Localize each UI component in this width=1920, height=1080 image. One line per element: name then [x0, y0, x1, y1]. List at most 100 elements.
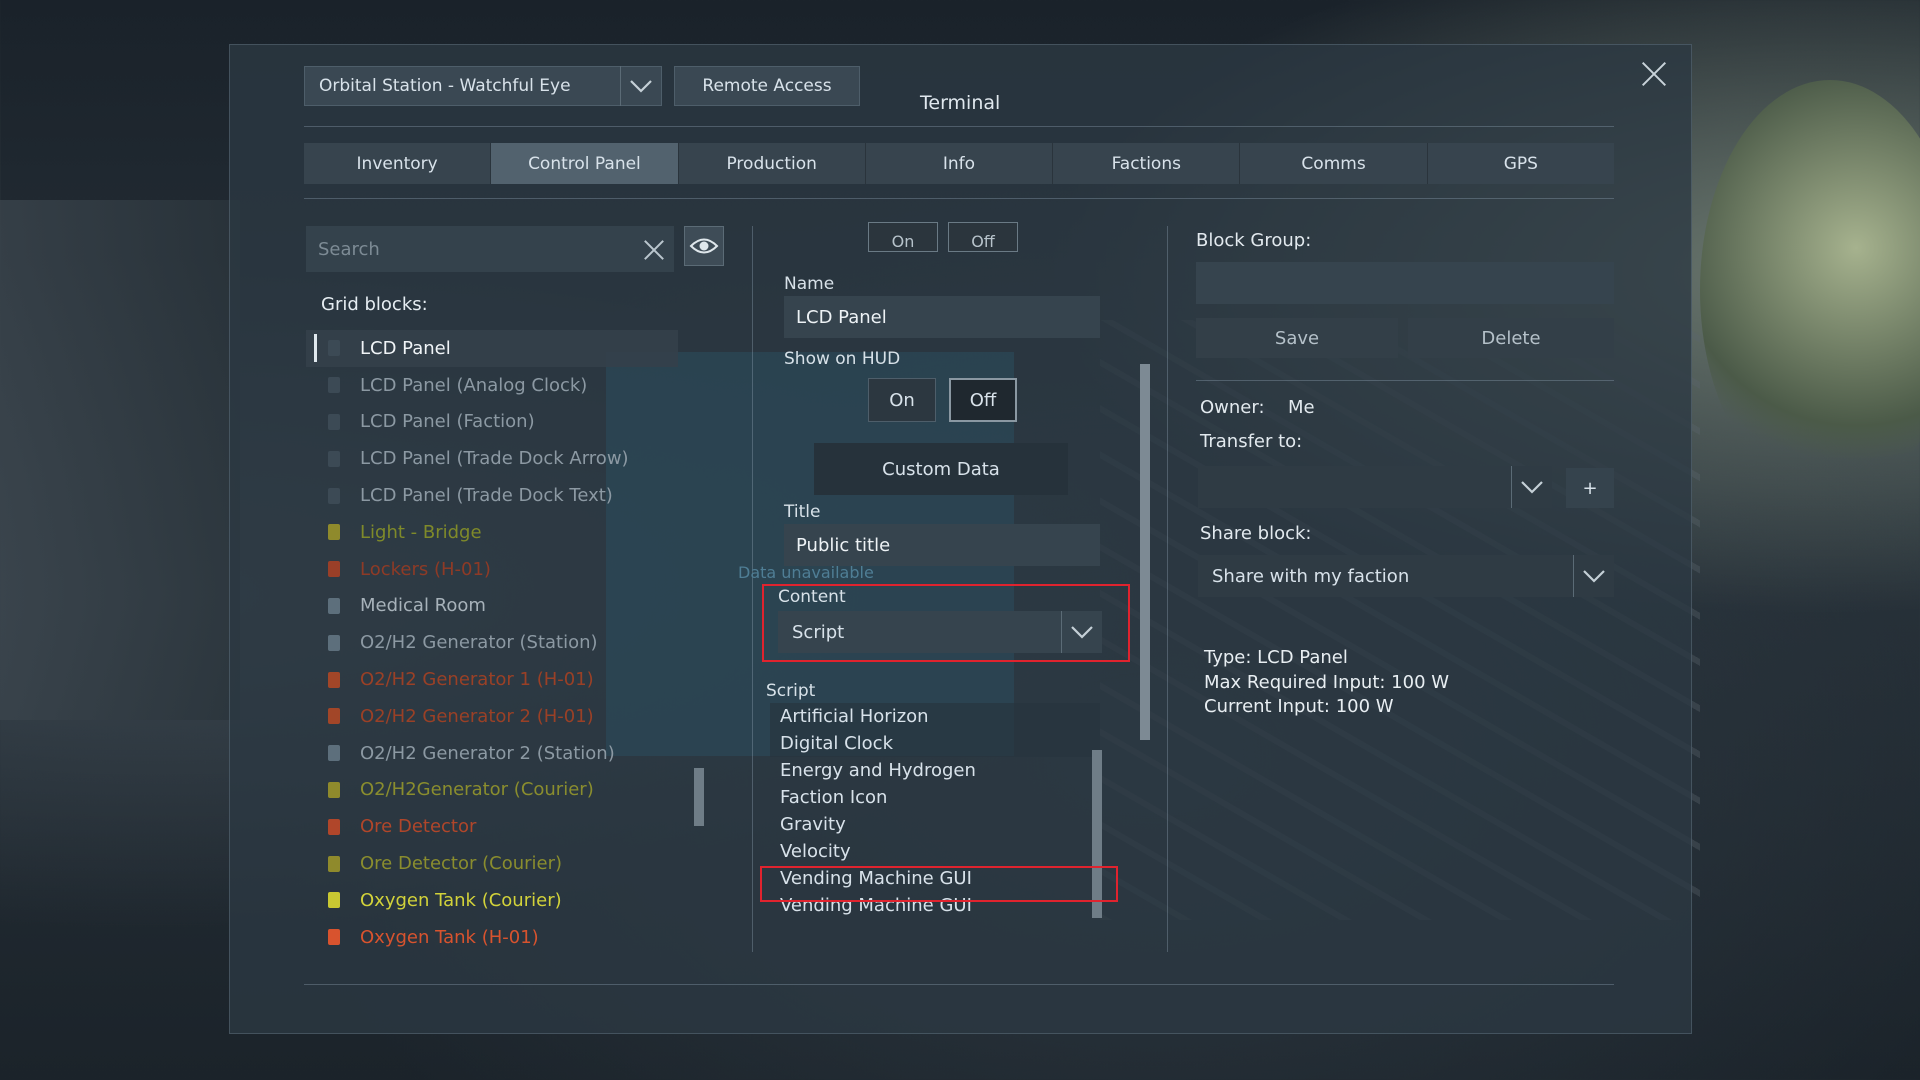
block-icon [328, 818, 340, 835]
tab-production[interactable]: Production [679, 143, 866, 184]
grid-block-item[interactable]: O2/H2 Generator (Station) [306, 624, 678, 661]
grid-block-label: Ore Detector [360, 816, 477, 838]
middle-panel-scrollbar[interactable] [1140, 364, 1150, 740]
grid-blocks-label: Grid blocks: [321, 294, 428, 315]
background-planet [1700, 80, 1920, 500]
block-icon [328, 340, 340, 357]
block-list-scrollbar[interactable] [694, 768, 704, 826]
block-group-field[interactable] [1196, 262, 1614, 304]
grid-block-label: LCD Panel (Faction) [360, 411, 535, 433]
hud-off-toggle[interactable]: Off [949, 378, 1017, 422]
grid-block-item[interactable]: O2/H2 Generator 2 (Station) [306, 735, 678, 772]
block-icon [328, 634, 340, 651]
column-divider [752, 226, 753, 952]
grid-selector-dropdown[interactable]: Orbital Station - Watchful Eye [304, 66, 662, 106]
data-unavailable-text: Data unavailable [738, 563, 874, 582]
top-on-label: On [891, 232, 915, 251]
grid-block-list: LCD Panel LCD Panel (Analog Clock) LCD Pan… [306, 330, 678, 956]
transfer-confirm-button[interactable]: + [1566, 468, 1614, 508]
block-icon [328, 671, 340, 688]
grid-block-item[interactable]: O2/H2 Generator 1 (H-01) [306, 661, 678, 698]
share-block-label: Share block: [1200, 523, 1312, 544]
grid-block-item[interactable]: Light - Bridge [306, 514, 678, 551]
grid-block-item[interactable]: LCD Panel (Analog Clock) [306, 367, 678, 404]
grid-block-item[interactable]: LCD Panel [306, 330, 678, 367]
delete-button[interactable]: Delete [1408, 318, 1614, 358]
max-input-line: Max Required Input: 100 W [1204, 671, 1450, 693]
content-highlight-box [762, 584, 1130, 662]
name-label: Name [784, 274, 835, 294]
chevron-down-icon[interactable] [1573, 555, 1614, 597]
block-group-label: Block Group: [1196, 230, 1312, 251]
grid-block-label: O2/H2 Generator 2 (Station) [360, 742, 615, 764]
block-icon [328, 450, 340, 467]
remote-access-button[interactable]: Remote Access [674, 66, 860, 106]
header-divider [304, 126, 1614, 127]
share-block-dropdown[interactable]: Share with my faction [1198, 555, 1614, 597]
save-button[interactable]: Save [1196, 318, 1398, 358]
top-off-label: Off [971, 232, 995, 251]
script-label: Script [766, 681, 816, 701]
grid-block-item[interactable]: O2/H2 Generator 2 (H-01) [306, 698, 678, 735]
script-item[interactable]: Gravity [770, 811, 1100, 838]
name-field[interactable]: LCD Panel [784, 296, 1100, 338]
tabs-divider [304, 198, 1614, 199]
title-label: Title [784, 502, 821, 522]
background-station-left [0, 200, 240, 720]
grid-block-item[interactable]: Ore Detector (Courier) [306, 845, 678, 882]
tab-factions[interactable]: Factions [1053, 143, 1241, 184]
grid-block-item[interactable]: Lockers (H-01) [306, 551, 678, 588]
search-input[interactable]: Search [306, 226, 674, 272]
script-item[interactable]: Velocity [770, 838, 1100, 865]
grid-block-label: LCD Panel (Trade Dock Text) [360, 485, 613, 507]
grid-block-label: O2/H2 Generator 1 (H-01) [360, 669, 594, 691]
right-divider [1196, 380, 1614, 381]
grid-block-label: LCD Panel [360, 337, 451, 359]
grid-block-label: O2/H2 Generator 2 (H-01) [360, 705, 594, 727]
chevron-down-icon[interactable] [620, 66, 661, 106]
block-icon [328, 487, 340, 504]
tab-control-panel[interactable]: Control Panel [491, 143, 679, 184]
tab-gps[interactable]: GPS [1428, 143, 1614, 184]
chevron-down-icon[interactable] [1511, 466, 1552, 508]
custom-data-button[interactable]: Custom Data [814, 443, 1068, 495]
block-info: Type: LCD Panel Max Required Input: 100 … [1204, 646, 1449, 720]
grid-block-item[interactable]: LCD Panel (Trade Dock Arrow) [306, 440, 678, 477]
tab-comms[interactable]: Comms [1240, 143, 1428, 184]
script-item[interactable]: Faction Icon [770, 784, 1100, 811]
grid-block-item[interactable]: LCD Panel (Trade Dock Text) [306, 477, 678, 514]
block-type-line: Type: LCD Panel [1204, 647, 1348, 668]
transfer-to-dropdown[interactable] [1198, 466, 1552, 508]
close-icon[interactable] [1640, 60, 1668, 88]
top-on-toggle[interactable]: On [868, 222, 938, 252]
grid-block-item[interactable]: LCD Panel (Faction) [306, 404, 678, 441]
block-icon [328, 524, 340, 541]
search-placeholder: Search [318, 238, 380, 260]
tab-inventory[interactable]: Inventory [304, 143, 492, 184]
block-icon [328, 561, 340, 578]
grid-block-label: Oxygen Tank (Courier) [360, 889, 562, 911]
top-off-toggle[interactable]: Off [948, 222, 1018, 252]
script-item[interactable]: Artificial Horizon [770, 703, 1100, 730]
block-icon [328, 781, 340, 798]
block-icon [328, 929, 340, 946]
script-item[interactable]: Digital Clock [770, 730, 1100, 757]
clear-search-icon[interactable] [634, 229, 674, 269]
transfer-to-label: Transfer to: [1200, 431, 1303, 452]
grid-selector-label: Orbital Station - Watchful Eye [319, 76, 571, 96]
script-item[interactable]: Energy and Hydrogen [770, 757, 1100, 784]
grid-block-item[interactable]: Oxygen Tank (Courier) [306, 882, 678, 919]
eye-icon[interactable] [684, 226, 724, 266]
grid-block-item[interactable]: Medical Room [306, 588, 678, 625]
grid-block-label: O2/H2Generator (Courier) [360, 779, 594, 801]
grid-block-item[interactable]: Ore Detector [306, 808, 678, 845]
grid-block-label: Ore Detector (Courier) [360, 853, 563, 875]
tab-bar: Inventory Control Panel Production Info … [304, 143, 1614, 184]
grid-block-item[interactable]: O2/H2Generator (Courier) [306, 772, 678, 809]
share-block-value: Share with my faction [1212, 565, 1410, 587]
title-field[interactable]: Public title [784, 524, 1100, 566]
tab-info[interactable]: Info [866, 143, 1054, 184]
grid-block-item[interactable]: Oxygen Tank (H-01) [306, 919, 678, 956]
block-icon [328, 855, 340, 872]
hud-on-toggle[interactable]: On [868, 378, 936, 422]
